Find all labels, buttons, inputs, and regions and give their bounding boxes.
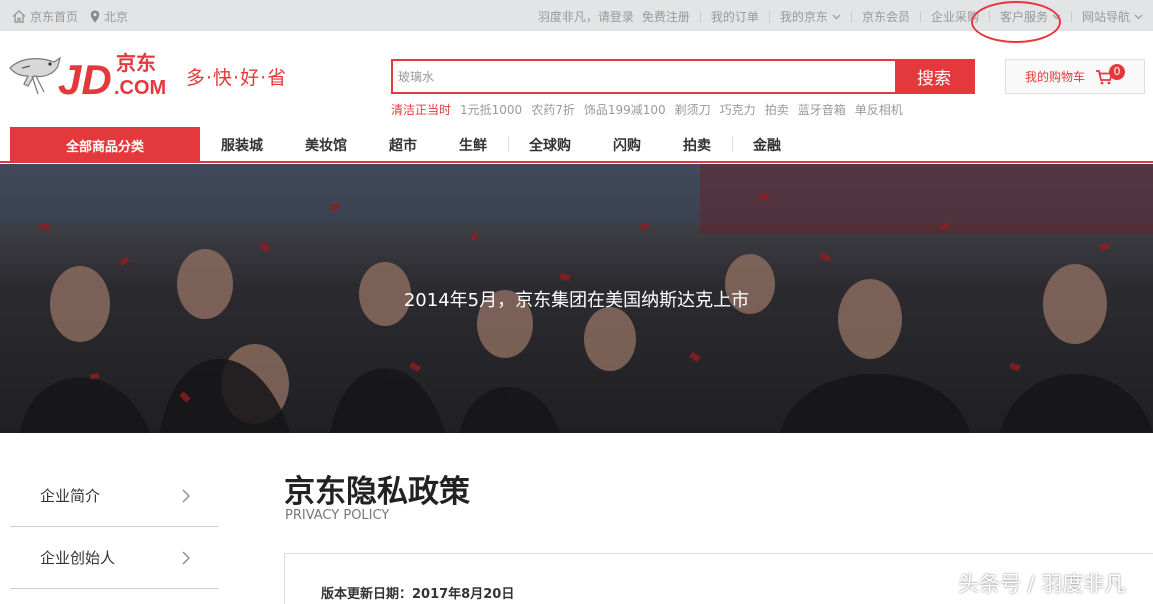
sidebar-item-label: 企业简介 xyxy=(40,487,101,505)
jd-dog-mascot-icon xyxy=(9,56,61,95)
sidebar-item-label: 企业创始人 xyxy=(40,549,116,567)
nav-item-fresh[interactable]: 生鲜 xyxy=(438,135,508,155)
my-jd-menu[interactable]: 我的京东 xyxy=(780,8,841,25)
nav-item-supermarket[interactable]: 超市 xyxy=(368,135,438,155)
chevron-right-icon xyxy=(182,489,190,502)
banner-caption: 2014年5月，京东集团在美国纳斯达克上市 xyxy=(403,290,750,311)
jd-member-link[interactable]: 京东会员 xyxy=(862,8,910,25)
hot-word-link[interactable]: 饰品199减100 xyxy=(584,101,666,118)
svg-text:京东: 京东 xyxy=(116,51,156,75)
sidebar-item-company-profile[interactable]: 企业简介 xyxy=(10,465,218,527)
hot-words: 清洁正当时 1元抵1000 农药7折 饰品199减100 剃须刀 巧克力 拍卖 … xyxy=(391,101,912,118)
sidebar-item-founder[interactable]: 企业创始人 xyxy=(10,527,218,589)
divider xyxy=(919,10,921,23)
chevron-down-icon xyxy=(832,14,841,19)
hot-word-link[interactable]: 1元抵1000 xyxy=(460,101,522,118)
search-bar: 搜索 xyxy=(391,59,975,94)
site-navigation-menu[interactable]: 网站导航 xyxy=(1082,8,1143,25)
divider xyxy=(768,10,770,23)
page-title: 京东隐私政策 xyxy=(284,474,470,510)
main-nav: 全部商品分类 服装城 美妆馆 超市 生鲜 全球购 闪购 拍卖 金融 xyxy=(0,127,1153,163)
cart-count-badge: 0 xyxy=(1109,63,1126,80)
chevron-down-icon xyxy=(1134,14,1143,19)
svg-text:.COM: .COM xyxy=(114,77,166,99)
chevron-right-icon xyxy=(182,551,190,564)
hot-word-link[interactable]: 蓝牙音箱 xyxy=(798,101,846,118)
highlight-circle-annotation xyxy=(971,1,1061,43)
hot-word-link[interactable]: 清洁正当时 xyxy=(391,101,451,118)
divider xyxy=(1070,10,1072,23)
hot-word-link[interactable]: 拍卖 xyxy=(765,101,789,118)
svg-text:JD: JD xyxy=(58,56,112,102)
my-orders-link[interactable]: 我的订单 xyxy=(711,8,759,25)
page-subtitle: PRIVACY POLICY xyxy=(285,508,390,523)
hot-word-link[interactable]: 剃须刀 xyxy=(675,101,711,118)
update-date: 版本更新日期：2017年8月20日 xyxy=(321,587,515,602)
nav-item-auction[interactable]: 拍卖 xyxy=(662,135,732,155)
search-button[interactable]: 搜索 xyxy=(895,61,973,92)
all-categories-button[interactable]: 全部商品分类 xyxy=(10,127,200,163)
nav-item-global[interactable]: 全球购 xyxy=(508,135,592,155)
hot-word-link[interactable]: 巧克力 xyxy=(720,101,756,118)
home-link[interactable]: 京东首页 xyxy=(12,8,78,25)
home-icon xyxy=(12,10,26,23)
hot-word-link[interactable]: 农药7折 xyxy=(531,101,575,118)
hot-word-link[interactable]: 单反相机 xyxy=(855,101,903,118)
nav-item-flash-sale[interactable]: 闪购 xyxy=(592,135,662,155)
cart-button[interactable]: 我的购物车 0 xyxy=(1005,59,1145,94)
divider xyxy=(850,10,852,23)
divider xyxy=(699,10,701,23)
location-pin-icon xyxy=(90,10,100,23)
login-link[interactable]: 羽度非凡，请登录 xyxy=(538,8,634,25)
slogan: 多·快·好·省 xyxy=(186,67,288,89)
watermark: 头条号 / 羽度非凡 xyxy=(958,572,1126,596)
banner-image: 2014年5月，京东集团在美国纳斯达克上市 xyxy=(0,164,1153,433)
register-link[interactable]: 免费注册 xyxy=(642,8,690,25)
nav-item-apparel[interactable]: 服装城 xyxy=(200,135,284,155)
cart-label: 我的购物车 xyxy=(1025,70,1086,84)
jd-logo[interactable]: JD 京东 .COM xyxy=(8,46,178,103)
search-input[interactable] xyxy=(393,61,895,92)
nav-item-finance[interactable]: 金融 xyxy=(732,135,802,155)
location-selector[interactable]: 北京 xyxy=(90,8,128,25)
nav-item-beauty[interactable]: 美妆馆 xyxy=(284,135,368,155)
sidebar: 企业简介 企业创始人 xyxy=(10,465,218,589)
